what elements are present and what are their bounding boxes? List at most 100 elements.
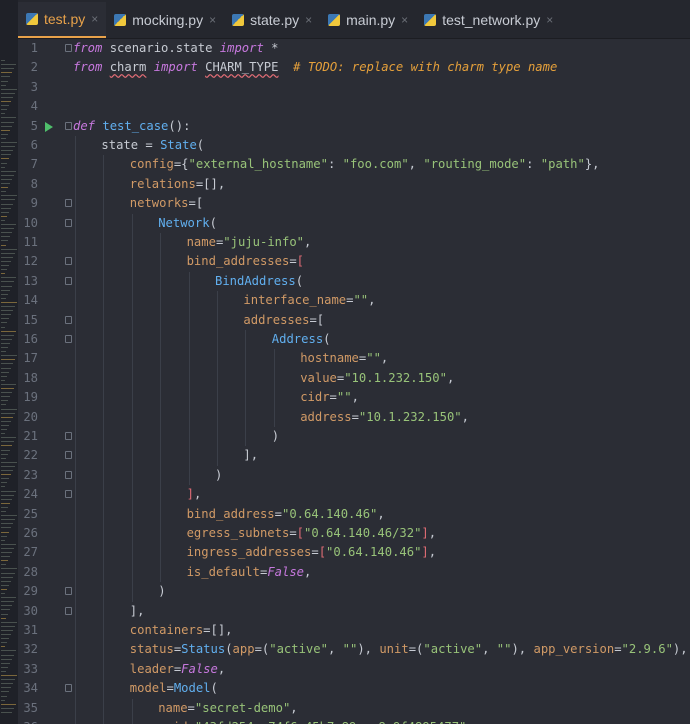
code-line[interactable]: 11 name="juju-info",	[18, 233, 690, 252]
fold-marker-icon[interactable]	[65, 257, 72, 266]
close-icon[interactable]: ×	[546, 13, 553, 27]
code-token: =	[614, 642, 622, 657]
fold-marker-icon[interactable]	[65, 684, 72, 693]
minimap-line	[1, 650, 16, 652]
code-line[interactable]: 17 hostname="",	[18, 349, 690, 368]
code-token: bind_address	[186, 506, 275, 521]
fold-marker-icon[interactable]	[65, 199, 72, 208]
fold-marker-icon[interactable]	[65, 432, 72, 440]
fold-marker-icon[interactable]	[65, 44, 72, 52]
code-line[interactable]: 5 def test_case():	[18, 117, 690, 136]
minimap-line	[1, 215, 7, 217]
minimap-line	[1, 178, 12, 180]
code-line[interactable]: 25 bind_address="0.64.140.46",	[18, 505, 690, 524]
line-number: 15	[23, 312, 38, 327]
code-line[interactable]: 22],	[18, 446, 690, 465]
code-line[interactable]: 30],	[18, 602, 690, 621]
code-token: ,	[368, 293, 376, 308]
minimap-line	[1, 129, 10, 131]
code-line[interactable]: 6 state = State(	[18, 136, 690, 155]
code-line[interactable]: 32 status=Status(app=("active", ""), unit…	[18, 640, 690, 659]
code-line[interactable]: 1 from scenario.state import *	[18, 39, 690, 58]
close-icon[interactable]: ×	[91, 12, 98, 26]
code-token: ,	[377, 506, 385, 521]
code-editor[interactable]: 1 from scenario.state import * 2 from charm…	[18, 39, 690, 724]
code-line[interactable]: 4	[18, 97, 690, 116]
fold-marker-icon[interactable]	[65, 315, 72, 324]
fold-marker-icon[interactable]	[65, 335, 72, 343]
code-line[interactable]: 13 BindAddress(	[18, 272, 690, 291]
tab-mocking-py[interactable]: mocking.py ×	[106, 2, 224, 38]
code-line[interactable]: 16 Address(	[18, 330, 690, 349]
line-number: 5	[30, 118, 38, 133]
code-line[interactable]: 20 address="10.1.232.150",	[18, 408, 690, 427]
python-file-icon	[232, 14, 245, 26]
minimap-line	[1, 588, 7, 590]
line-number: 8	[30, 176, 38, 191]
run-test-icon[interactable]	[45, 121, 53, 132]
close-icon[interactable]: ×	[305, 13, 312, 27]
code-token: "foo.com"	[342, 157, 409, 172]
code-line[interactable]: 21)	[18, 427, 690, 446]
line-number: 23	[23, 467, 38, 482]
code-line[interactable]: 15 addresses=[	[18, 311, 690, 330]
code-line[interactable]: 28 is_default=False,	[18, 563, 690, 582]
code-line[interactable]: 2 from charm import CHARM_TYPE # TODO: re…	[18, 58, 690, 77]
code-line[interactable]: 14 interface_name="",	[18, 291, 690, 310]
code-line[interactable]: 36 uuid="43fd254a-74f6-45b7-89ae-8c9f4895…	[18, 718, 690, 724]
fold-marker-icon[interactable]	[65, 121, 72, 130]
fold-marker-icon[interactable]	[65, 276, 72, 285]
code-token: unit	[379, 642, 409, 657]
fold-marker-icon[interactable]	[65, 490, 72, 499]
code-line[interactable]: 34 model=Model(	[18, 679, 690, 698]
code-line[interactable]: 27 ingress_addresses=["0.64.140.46"],	[18, 543, 690, 562]
code-token: import	[153, 60, 198, 75]
close-icon[interactable]: ×	[401, 13, 408, 27]
code-text: name="secret-demo",	[158, 699, 297, 718]
code-line[interactable]: 35 name="secret-demo",	[18, 699, 690, 718]
minimap-line	[1, 137, 6, 139]
code-line[interactable]: 9 networks=[	[18, 194, 690, 213]
minimap-line	[1, 371, 9, 373]
fold-marker-icon[interactable]	[65, 218, 72, 227]
code-text: BindAddress(	[215, 272, 303, 291]
fold-marker-icon[interactable]	[65, 606, 72, 615]
minimap-line	[1, 609, 10, 611]
minimap-line	[1, 285, 12, 287]
code-line[interactable]: 3	[18, 78, 690, 97]
line-number: 33	[23, 661, 38, 676]
fold-marker-icon[interactable]	[65, 470, 72, 479]
tab-state-py[interactable]: state.py ×	[224, 2, 320, 38]
minimap-line	[1, 330, 16, 332]
code-line[interactable]: 23)	[18, 466, 690, 485]
minimap-line	[1, 306, 15, 307]
code-line[interactable]: 24],	[18, 485, 690, 504]
code-line[interactable]: 7 config={"external_hostname": "foo.com",…	[18, 155, 690, 174]
code-line[interactable]: 31 containers=[],	[18, 621, 690, 640]
minimap-line	[1, 433, 5, 435]
fold-marker-icon[interactable]	[65, 587, 72, 596]
tab-test-network-py[interactable]: test_network.py ×	[416, 2, 561, 38]
code-line[interactable]: 29)	[18, 582, 690, 601]
code-line[interactable]: 19 cidr="",	[18, 388, 690, 407]
line-number: 36	[18, 718, 38, 724]
minimap-line	[1, 531, 9, 533]
close-icon[interactable]: ×	[209, 13, 216, 27]
code-line[interactable]: 18 value="10.1.232.150",	[18, 369, 690, 388]
code-line[interactable]: 12 bind_addresses=[	[18, 252, 690, 271]
minimap-line	[1, 679, 15, 681]
code-line[interactable]: 33 leader=False,	[18, 660, 690, 679]
code-token: =[	[188, 196, 204, 211]
fold-marker-icon[interactable]	[65, 451, 72, 460]
indent-guide	[217, 291, 218, 466]
code-line[interactable]: 8 relations=[],	[18, 175, 690, 194]
code-token: containers	[129, 623, 204, 637]
tab-main-py[interactable]: main.py ×	[320, 2, 416, 38]
code-line[interactable]: 10 Network(	[18, 214, 690, 233]
indent-guide	[103, 155, 105, 724]
minimap-line	[1, 511, 6, 512]
minimap[interactable]	[0, 0, 18, 724]
minimap-line	[1, 580, 11, 582]
tab-test-py[interactable]: test.py ×	[18, 2, 107, 38]
code-line[interactable]: 26 egress_subnets=["0.64.140.46/32"],	[18, 524, 690, 543]
